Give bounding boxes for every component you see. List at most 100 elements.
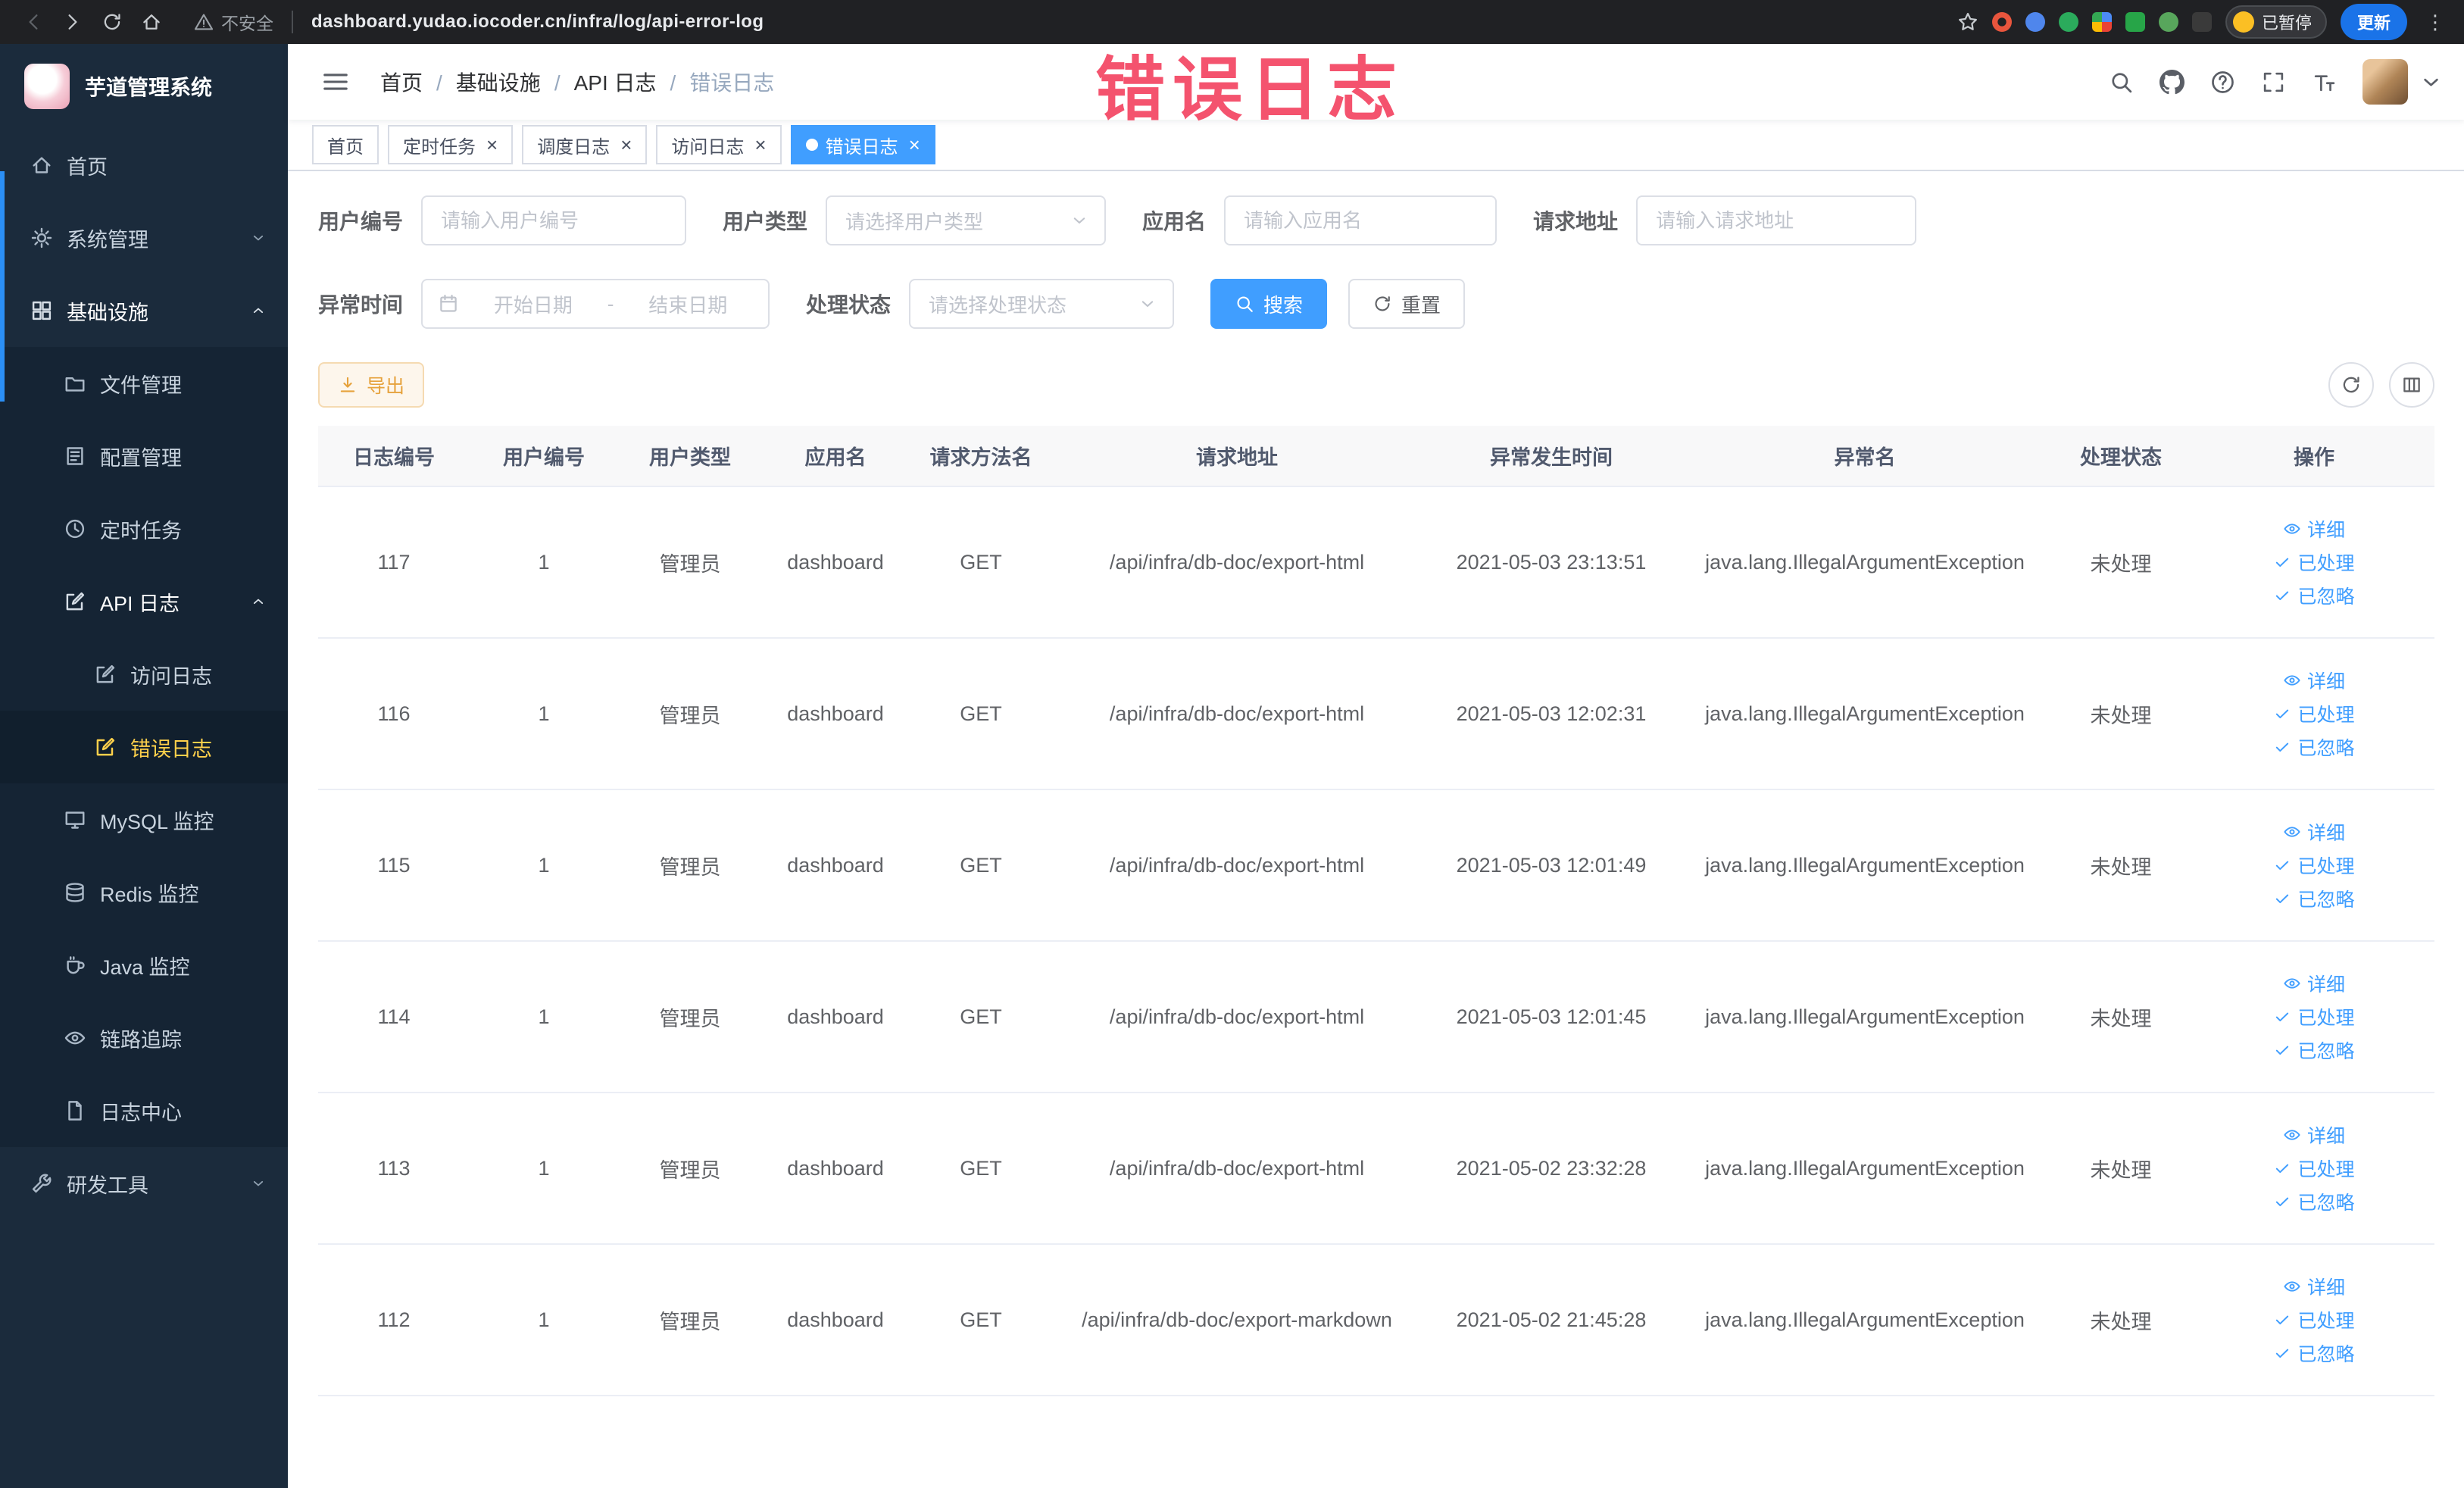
extension-icon[interactable] (2025, 12, 2045, 32)
table-row: 116 1 管理员 dashboard GET /api/infra/db-do… (318, 638, 2434, 790)
detail-link[interactable]: 详细 (2283, 1273, 2345, 1300)
profile-paused-button[interactable]: 已暂停 (2225, 5, 2327, 39)
mark-ignored-link[interactable]: 已忽略 (2273, 1188, 2355, 1215)
date-range-picker[interactable]: 开始日期 - 结束日期 (421, 279, 770, 329)
close-icon[interactable]: × (620, 135, 632, 155)
ignored-label: 已忽略 (2297, 1193, 2355, 1214)
mark-processed-link[interactable]: 已处理 (2273, 1155, 2355, 1182)
sidebar-item-log-center[interactable]: 日志中心 (0, 1074, 288, 1147)
extension-icon[interactable] (2091, 12, 2112, 32)
column-settings-button[interactable] (2389, 362, 2434, 408)
browser-back-button[interactable] (15, 4, 52, 40)
sidebar-item-access-logs[interactable]: 访问日志 (0, 638, 288, 711)
browser-reload-button[interactable] (94, 4, 130, 40)
hamburger-icon[interactable] (309, 67, 362, 96)
tab-access-logs[interactable]: 访问日志 × (656, 125, 782, 164)
mark-processed-link[interactable]: 已处理 (2273, 1306, 2355, 1333)
sidebar-item-file-management[interactable]: 文件管理 (0, 347, 288, 420)
request-url-input[interactable] (1636, 195, 1917, 245)
sidebar-item-trace[interactable]: 链路追踪 (0, 1002, 288, 1074)
breadcrumb-item[interactable]: 基础设施 (423, 67, 541, 97)
tab-schedule-logs[interactable]: 调度日志 × (522, 125, 648, 164)
cell-method: GET (909, 1244, 1053, 1396)
process-status-select[interactable]: 请选择处理状态 (909, 279, 1175, 329)
ignored-label: 已忽略 (2297, 738, 2355, 759)
close-icon[interactable]: × (909, 135, 920, 155)
tab-home[interactable]: 首页 (312, 125, 379, 164)
detail-link[interactable]: 详细 (2283, 1121, 2345, 1149)
mark-processed-link[interactable]: 已处理 (2273, 1003, 2355, 1030)
mark-ignored-link[interactable]: 已忽略 (2273, 733, 2355, 761)
sidebar-item-api-logs[interactable]: API 日志 (0, 565, 288, 638)
search-icon[interactable] (2109, 70, 2134, 95)
cell-user-type: 管理员 (618, 789, 762, 942)
close-icon[interactable]: × (486, 135, 498, 155)
mark-ignored-link[interactable]: 已忽略 (2273, 1340, 2355, 1367)
mark-processed-link[interactable]: 已处理 (2273, 852, 2355, 879)
filter-label: 应用名 (1142, 210, 1207, 233)
check-icon (2273, 889, 2291, 908)
sidebar-item-infrastructure[interactable]: 基础设施 (0, 274, 288, 347)
sidebar-item-home[interactable]: 首页 (0, 129, 288, 202)
detail-link[interactable]: 详细 (2283, 515, 2345, 542)
help-icon[interactable] (2210, 70, 2235, 95)
sidebar-menu: 首页 系统管理 基础设施 文件管理 配置管理 定时任务 API 日志 访问日志 … (0, 129, 288, 1220)
avatar (2363, 59, 2408, 105)
sidebar-item-config-management[interactable]: 配置管理 (0, 420, 288, 492)
mark-processed-link[interactable]: 已处理 (2273, 700, 2355, 727)
extension-icon[interactable] (2191, 12, 2212, 32)
address-bar-url[interactable]: dashboard.yudao.iocoder.cn/infra/log/api… (311, 11, 764, 33)
browser-update-button[interactable]: 更新 (2340, 4, 2407, 40)
clock-icon (64, 517, 86, 540)
tab-scheduled-tasks[interactable]: 定时任务 × (388, 125, 514, 164)
export-button[interactable]: 导出 (318, 362, 425, 408)
breadcrumb-item[interactable]: 首页 (380, 67, 423, 97)
browser-menu-icon[interactable]: ⋮ (2421, 11, 2450, 34)
sidebar-item-redis-monitor[interactable]: Redis 监控 (0, 856, 288, 929)
fullscreen-icon[interactable] (2261, 70, 2286, 95)
extension-icon[interactable] (1991, 12, 2012, 32)
cell-exception: java.lang.IllegalArgumentException (1682, 1244, 2048, 1396)
sidebar-item-scheduled-tasks[interactable]: 定时任务 (0, 492, 288, 565)
export-button-label: 导出 (367, 376, 405, 397)
site-security-chip[interactable]: 不安全 (194, 9, 273, 35)
sidebar-item-label: Java 监控 (100, 955, 190, 979)
user-type-select[interactable]: 请选择用户类型 (826, 195, 1107, 245)
browser-forward-button[interactable] (55, 4, 91, 40)
sidebar-item-mysql-monitor[interactable]: MySQL 监控 (0, 783, 288, 856)
table-row: 113 1 管理员 dashboard GET /api/infra/db-do… (318, 1093, 2434, 1245)
browser-home-button[interactable] (133, 4, 170, 40)
bookmark-star-icon[interactable] (1957, 11, 1978, 33)
close-icon[interactable]: × (754, 135, 766, 155)
processed-label: 已处理 (2297, 553, 2355, 574)
mark-processed-link[interactable]: 已处理 (2273, 549, 2355, 576)
main-area: 错误日志 首页 基础设施 API 日志 错误日志 (288, 44, 2464, 1488)
refresh-table-button[interactable] (2328, 362, 2374, 408)
breadcrumb-item[interactable]: API 日志 (541, 67, 657, 97)
mark-ignored-link[interactable]: 已忽略 (2273, 582, 2355, 609)
app-name-input[interactable] (1224, 195, 1497, 245)
extension-icon[interactable] (2158, 12, 2178, 32)
detail-link[interactable]: 详细 (2283, 667, 2345, 694)
user-id-input[interactable] (421, 195, 687, 245)
detail-link[interactable]: 详细 (2283, 970, 2345, 997)
sidebar-item-dev-tools[interactable]: 研发工具 (0, 1147, 288, 1220)
mark-ignored-link[interactable]: 已忽略 (2273, 885, 2355, 912)
reset-button[interactable]: 重置 (1348, 279, 1466, 329)
font-size-icon[interactable] (2312, 70, 2337, 95)
detail-link[interactable]: 详细 (2283, 818, 2345, 846)
range-separator: - (607, 292, 614, 315)
mark-ignored-link[interactable]: 已忽略 (2273, 1036, 2355, 1064)
sidebar-item-error-logs[interactable]: 错误日志 (0, 711, 288, 783)
tab-error-logs[interactable]: 错误日志 × (790, 125, 935, 164)
sidebar-item-system-management[interactable]: 系统管理 (0, 202, 288, 274)
extension-icon[interactable] (2058, 12, 2078, 32)
search-button[interactable]: 搜索 (1210, 279, 1328, 329)
github-icon[interactable] (2160, 70, 2184, 95)
app-logo[interactable]: 芋道管理系统 (0, 44, 288, 129)
cell-log-id: 115 (318, 789, 470, 942)
extension-icon[interactable] (2125, 12, 2145, 32)
user-avatar-menu[interactable] (2363, 59, 2444, 105)
cell-status: 未处理 (2048, 638, 2194, 790)
sidebar-item-java-monitor[interactable]: Java 监控 (0, 929, 288, 1002)
